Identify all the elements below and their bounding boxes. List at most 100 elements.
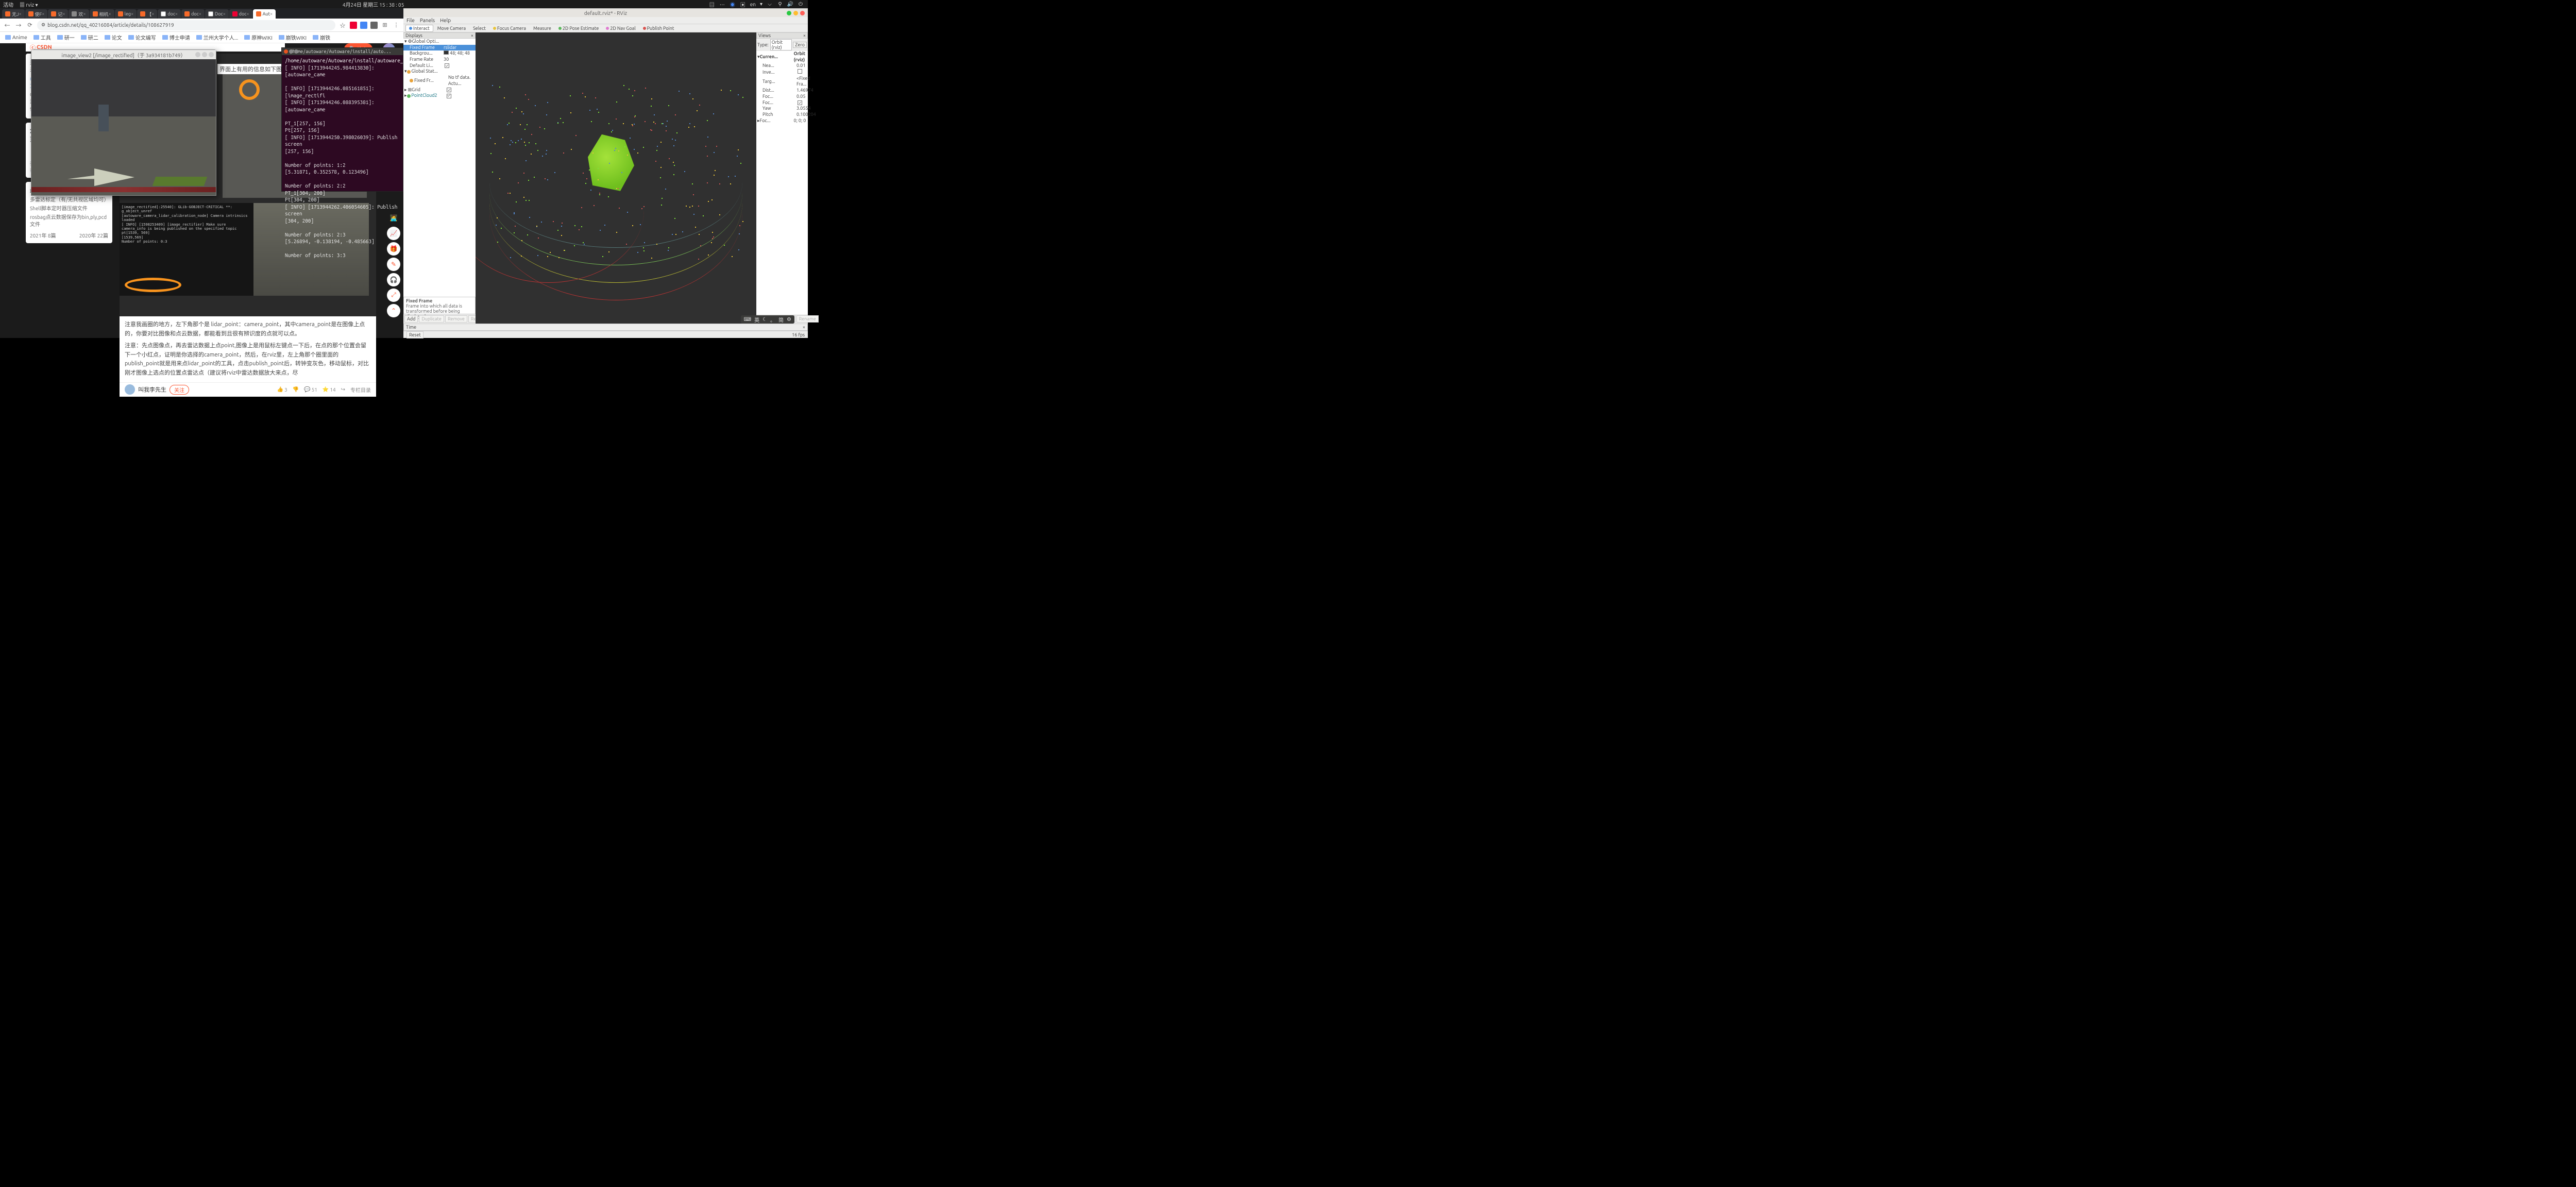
back-button[interactable]: ← — [3, 21, 11, 29]
tool-button[interactable]: Select — [470, 25, 489, 31]
bookmark-item[interactable]: 崩铁 — [311, 32, 332, 42]
tab-close-icon[interactable]: × — [83, 11, 86, 16]
time-header[interactable]: Time× — [403, 324, 808, 331]
extensions-puzzle-icon[interactable]: ⊞ — [381, 21, 389, 29]
views-rename-button[interactable]: Rename — [796, 315, 819, 323]
browser-tab[interactable]: doc× — [181, 9, 205, 19]
menu-item[interactable]: Panels — [420, 18, 435, 23]
browser-tab[interactable]: Doc× — [205, 9, 229, 19]
chrome-menu-icon[interactable]: ⋮ — [392, 21, 400, 29]
clock[interactable]: 4月24日 星期三 15 : 38 : 05 — [38, 1, 709, 8]
bookmark-item[interactable]: 研一 — [55, 32, 77, 42]
ime-simp-label[interactable]: 简 — [778, 316, 784, 324]
moon-icon[interactable]: ☾ — [762, 316, 767, 323]
tab-close-icon[interactable]: × — [247, 11, 249, 16]
author-name[interactable]: 叫我李先生 — [138, 385, 166, 394]
rviz-3d-viewport[interactable] — [476, 32, 756, 324]
bookmark-item[interactable]: 论文编写 — [126, 32, 158, 42]
chrome-tray-icon[interactable]: ◉ — [730, 1, 736, 7]
punct-icon[interactable]: 。 — [770, 316, 775, 324]
favorite-count[interactable]: ⭐ 14 — [323, 386, 336, 393]
browser-tab[interactable]: 【× — [137, 9, 157, 19]
more-icon[interactable]: ⋯ — [719, 1, 725, 7]
like-button[interactable]: 👍 3 — [277, 386, 287, 393]
tab-close-icon[interactable]: × — [131, 11, 133, 16]
terminal-titlebar[interactable]: /home/autoware/Autoware/install/auto... — [282, 48, 403, 55]
tool-button[interactable]: Move Camera — [434, 25, 469, 31]
reload-button[interactable]: ⟳ — [26, 21, 34, 29]
maximize-icon[interactable] — [202, 52, 207, 57]
bookmark-item[interactable]: 工具 — [31, 32, 53, 42]
tool-button[interactable]: Measure — [530, 25, 554, 31]
remove-button[interactable]: Remove — [445, 315, 467, 323]
browser-tab[interactable]: 无J× — [2, 9, 25, 19]
window-close-icon[interactable] — [800, 11, 805, 15]
views-close-icon[interactable]: × — [803, 33, 806, 38]
duplicate-button[interactable]: Duplicate — [419, 315, 444, 323]
reset-button[interactable]: Reset — [406, 331, 423, 338]
close-icon[interactable] — [209, 52, 214, 57]
tab-close-icon[interactable]: × — [223, 11, 226, 16]
term-close-icon[interactable] — [284, 49, 288, 54]
latest-article-link[interactable]: rosbag点云数据保存为bin,ply,pcd文件 — [30, 214, 108, 228]
ime-toolbar[interactable]: ⌨ 英 ☾ 。 简 ⚙ — [741, 315, 794, 324]
latest-article-link[interactable]: 多雷达标定（有/无共视区域均可） — [30, 196, 108, 204]
tab-close-icon[interactable]: × — [42, 11, 44, 16]
language-indicator[interactable]: en — [750, 2, 756, 7]
tab-close-icon[interactable]: × — [19, 11, 21, 16]
app-menu[interactable]: ▦ rviz ▾ — [20, 1, 38, 8]
minimize-icon[interactable] — [195, 52, 200, 57]
bookmark-item[interactable]: 研二 — [79, 32, 100, 42]
tab-close-icon[interactable]: × — [270, 11, 273, 16]
ime-settings-icon[interactable]: ⚙ — [787, 316, 791, 323]
browser-tab[interactable]: 欢× — [69, 9, 89, 19]
browser-tab[interactable]: 使F× — [25, 9, 48, 19]
term-min-icon[interactable] — [289, 49, 293, 54]
comment-count[interactable]: 💬 51 — [304, 386, 317, 393]
keyboard-icon[interactable]: ⌨ — [744, 316, 751, 323]
views-tree[interactable]: ▾Curren...Orbit (rviz) Nea...0.01 Inve..… — [756, 51, 808, 314]
bookmark-item[interactable]: 崩铁WIKI — [277, 32, 309, 42]
displays-header[interactable]: Displays× — [403, 32, 476, 39]
tool-button[interactable]: Publish Point — [640, 25, 677, 31]
tab-close-icon[interactable]: × — [109, 11, 111, 16]
dislike-button[interactable]: 👎 — [293, 386, 299, 393]
bookmark-item[interactable]: 原神WIKI — [242, 32, 274, 42]
bluetooth-icon[interactable]: ⚲ — [777, 1, 783, 7]
activities-button[interactable]: 活动 — [3, 1, 13, 8]
browser-tab[interactable]: Aut× — [253, 9, 276, 19]
files-tray-icon[interactable]: ▣ — [740, 1, 746, 7]
menu-item[interactable]: Help — [440, 18, 451, 23]
latest-article-link[interactable]: Shell脚本定时器压缩文件 — [30, 205, 108, 212]
forward-button[interactable]: → — [14, 21, 23, 29]
power-icon[interactable]: ⏻ — [798, 1, 804, 7]
window-minimize-icon[interactable] — [787, 11, 791, 15]
views-header[interactable]: Views× — [756, 32, 808, 39]
add-button[interactable]: Add — [404, 315, 418, 323]
tab-close-icon[interactable]: × — [199, 11, 201, 16]
tool-button[interactable]: 2D Pose Estimate — [555, 25, 602, 31]
image-view2-titlebar[interactable]: image_view2 [/image_rectified]（于 3a93418… — [31, 50, 216, 59]
bookmark-item[interactable]: 论文 — [103, 32, 124, 42]
panel-close-icon[interactable]: × — [471, 33, 473, 38]
menu-item[interactable]: File — [406, 18, 415, 23]
browser-tab[interactable]: doc× — [158, 9, 181, 19]
bookmark-star-icon[interactable]: ☆ — [338, 21, 347, 29]
browser-tab[interactable]: 记× — [48, 9, 68, 19]
image-view2-image[interactable] — [31, 59, 216, 195]
bookmark-item[interactable]: 博士申请 — [160, 32, 192, 42]
tool-button[interactable]: Focus Camera — [490, 25, 529, 31]
follow-button[interactable]: 关注 — [170, 385, 189, 395]
bookmark-item[interactable]: Anime — [3, 33, 29, 41]
toc-link[interactable]: 专栏目录 — [350, 386, 371, 394]
browser-tab[interactable]: leg× — [115, 9, 137, 19]
ime-lang-label[interactable]: 英 — [754, 316, 759, 324]
volume-icon[interactable]: 🔊 — [787, 1, 793, 7]
tab-close-icon[interactable]: × — [62, 11, 65, 16]
term-max-icon[interactable] — [294, 49, 298, 54]
bookmark-item[interactable]: 兰州大学个人... — [194, 32, 240, 42]
extension-icon-2[interactable] — [360, 22, 367, 29]
address-bar[interactable]: ⚙ blog.csdn.net/qq_40216084/article/deta… — [37, 20, 335, 30]
browser-tab[interactable]: doc× — [229, 9, 252, 19]
extension-icon-1[interactable] — [350, 22, 357, 29]
